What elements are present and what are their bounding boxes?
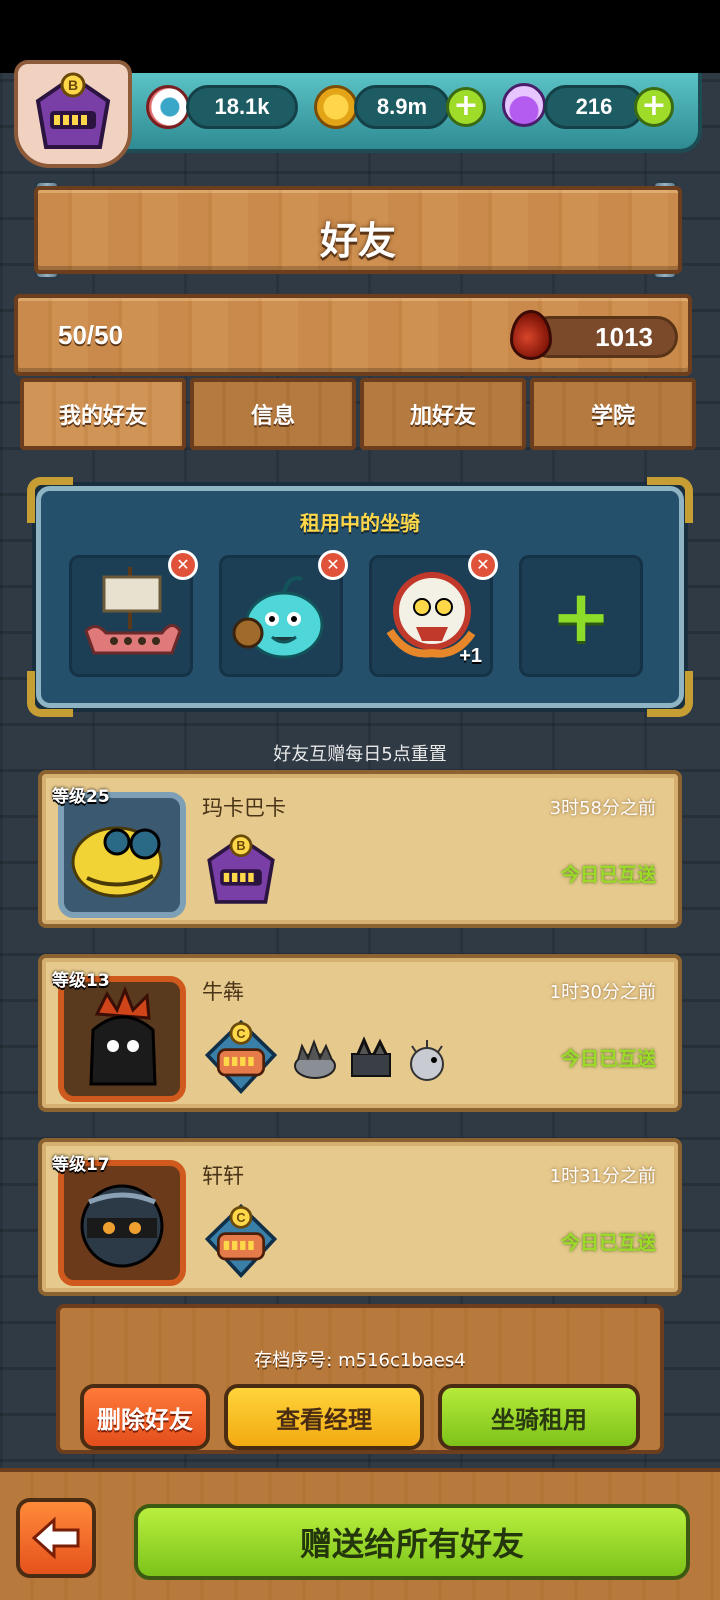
friend-gift-status: 今日已互送	[560, 864, 656, 886]
rank-c-badge-icon: C	[204, 1019, 278, 1095]
rank-b-badge-icon: B	[207, 834, 275, 904]
potion-icon	[502, 83, 546, 127]
yellow-fish-avatar-icon	[71, 826, 163, 898]
friend-level: 等级17	[52, 1155, 110, 1175]
spiky-mount-icon	[294, 1039, 336, 1079]
rank-c-badge: C	[202, 1200, 280, 1284]
friend-level: 等级13	[52, 971, 110, 991]
rank-c-badge: C	[202, 1016, 280, 1100]
tab-add-friend[interactable]: 加好友	[360, 378, 526, 450]
friend-count: 50/50	[58, 320, 124, 350]
back-button[interactable]	[16, 1498, 96, 1578]
player-avatar[interactable]: B	[14, 60, 132, 168]
save-id: 存档序号: m516c1baes4	[254, 1350, 466, 1371]
friend-level: 等级25	[52, 787, 110, 807]
svg-text:C: C	[236, 1211, 245, 1225]
info-plank: 50/50 1013	[14, 294, 692, 376]
panel-corner	[27, 671, 73, 717]
rank-b-badge: B	[202, 832, 280, 916]
friend-last-seen: 3时58分之前	[549, 798, 656, 819]
pufferfish-mount-icon	[410, 1040, 444, 1081]
mounts-title: 租用中的坐骑	[300, 511, 420, 535]
ninja-avatar-icon	[80, 1184, 164, 1268]
svg-text:C: C	[236, 1027, 245, 1041]
friend-last-seen: 1时30分之前	[549, 982, 656, 1003]
back-arrow-icon	[31, 1516, 80, 1560]
friend-name: 牛犇	[202, 980, 244, 1004]
potion-count: 216	[544, 85, 644, 129]
panel-corner	[647, 671, 693, 717]
gift-all-friends-button[interactable]: 赠送给所有好友	[134, 1504, 690, 1580]
mount-3-extra-count: +1	[459, 645, 482, 667]
remove-mount-2-button[interactable]: ✕	[318, 550, 348, 580]
friend-portrait[interactable]	[58, 792, 186, 918]
page-title: 好友	[319, 219, 396, 263]
blue-fish-mount-icon	[232, 576, 324, 659]
plus-icon: +	[550, 574, 612, 658]
friend-last-seen: 1时31分之前	[549, 1166, 656, 1187]
friend-gift-status: 今日已互送	[560, 1232, 656, 1254]
coin-icon	[314, 85, 358, 129]
add-potions-button[interactable]: +	[634, 87, 674, 127]
tab-bar: 我的好友 信息 加好友 学院	[20, 378, 696, 450]
reset-note: 好友互赠每日5点重置	[273, 744, 447, 765]
remove-mount-3-button[interactable]: ✕	[468, 550, 498, 580]
svg-text:B: B	[236, 839, 245, 853]
eyeball-count-text: 18.1k	[214, 94, 270, 119]
eyeball-icon	[146, 85, 190, 129]
eyeball-count: 18.1k	[186, 85, 298, 129]
dark-machine-mount-icon	[351, 1036, 391, 1077]
friend-card[interactable]: 等级17 轩轩 1时31分之前 今日已互送 C	[38, 1138, 682, 1296]
coin-count-text: 8.9m	[376, 94, 428, 119]
rented-mounts-panel: 租用中的坐骑 ✕ ✕ +1 ✕ +	[27, 477, 693, 717]
resource-bar: 18.1k 8.9m + 216 +	[120, 73, 702, 153]
viking-ship-mount-icon	[84, 567, 182, 655]
add-mount-slot[interactable]: +	[519, 555, 643, 677]
rank-c-badge-icon: C	[204, 1203, 278, 1279]
view-manager-button[interactable]: 查看经理	[224, 1384, 424, 1450]
potion-count-text: 216	[575, 94, 613, 119]
friend-card[interactable]: 等级25 玛卡巴卡 3时58分之前 今日已互送 B	[38, 770, 682, 928]
friend-name: 轩轩	[202, 1164, 244, 1188]
rank-b-badge-icon: B	[35, 72, 111, 149]
blood-count-text: 1013	[595, 322, 653, 352]
tab-academy[interactable]: 学院	[530, 378, 696, 450]
mount-slot-1[interactable]: ✕	[69, 550, 198, 677]
mount-slot-2[interactable]: ✕	[219, 550, 348, 677]
friend-portrait[interactable]	[58, 976, 186, 1102]
title-plank: 好友	[34, 186, 682, 274]
add-coins-button[interactable]: +	[446, 87, 486, 127]
friend-name: 玛卡巴卡	[202, 796, 286, 820]
friend-card[interactable]: 等级13 牛犇 1时30分之前 今日已互送 C	[38, 954, 682, 1112]
svg-text:B: B	[68, 77, 78, 93]
tab-my-friends[interactable]: 我的好友	[20, 378, 186, 450]
friend-gift-status: 今日已互送	[560, 1048, 656, 1070]
remove-mount-1-button[interactable]: ✕	[168, 550, 198, 580]
delete-friend-button[interactable]: 删除好友	[80, 1384, 210, 1450]
coin-count: 8.9m	[354, 85, 450, 129]
black-blob-avatar-icon	[89, 985, 157, 1086]
rent-mount-button[interactable]: 坐骑租用	[438, 1384, 640, 1450]
tab-messages[interactable]: 信息	[190, 378, 356, 450]
friend-portrait[interactable]	[58, 1160, 186, 1286]
mount-slot-3[interactable]: +1 ✕	[369, 550, 498, 677]
